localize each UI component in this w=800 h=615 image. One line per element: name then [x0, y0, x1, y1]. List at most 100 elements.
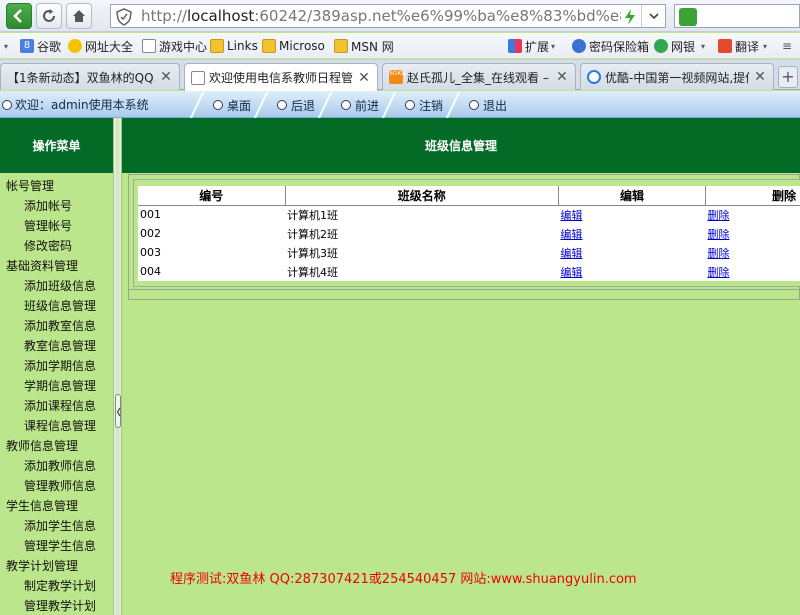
- cell-id: 003: [138, 243, 286, 262]
- chevron-down-icon: ▾: [763, 41, 768, 51]
- bookmark-links[interactable]: Links: [210, 37, 258, 55]
- google-icon: 8: [20, 39, 34, 53]
- delete-link[interactable]: 删除: [708, 247, 730, 260]
- cell-class-name: 计算机2班: [285, 224, 559, 243]
- bookmark-msn[interactable]: MSN 网: [334, 37, 394, 55]
- tab-teacher-schedule[interactable]: 欢迎使用电信系教师日程管... ✕: [184, 63, 378, 91]
- chevron-down-icon: ▾: [551, 41, 556, 51]
- toolbar-label: 扩展: [525, 39, 550, 54]
- bookmark-game-center[interactable]: 游戏中心: [142, 37, 207, 55]
- bookmark-microsoft[interactable]: Microso: [262, 37, 325, 55]
- delete-link[interactable]: 删除: [708, 209, 730, 222]
- menu-item-add-student[interactable]: 添加学生信息: [0, 516, 113, 536]
- search-engine-icon[interactable]: [679, 8, 697, 26]
- edit-link[interactable]: 编辑: [560, 266, 582, 279]
- close-icon[interactable]: ✕: [555, 69, 569, 85]
- menu-item-add-course[interactable]: 添加课程信息: [0, 396, 113, 416]
- cell-class-name: 计算机4班: [285, 262, 559, 281]
- delete-link[interactable]: 删除: [708, 228, 730, 241]
- menu-item-add-class[interactable]: 添加班级信息: [0, 276, 113, 296]
- cell-edit: 编辑: [558, 243, 706, 262]
- tab-strip: 【1条新动态】双鱼林的QQ... ✕ 欢迎使用电信系教师日程管... ✕ SOK…: [0, 60, 800, 91]
- menu-item-manage-classroom[interactable]: 教室信息管理: [0, 336, 113, 356]
- panel-splitter[interactable]: [113, 118, 122, 615]
- arrow-left-icon: [13, 9, 22, 23]
- nav-label: 退出: [482, 98, 507, 113]
- edit-link[interactable]: 编辑: [560, 228, 582, 241]
- close-icon[interactable]: ✕: [753, 69, 767, 85]
- nav-exit[interactable]: 退出: [445, 92, 520, 118]
- menu-group-teaching-plan[interactable]: 教学计划管理: [0, 556, 113, 576]
- menu-item-manage-plan[interactable]: 管理教学计划: [0, 596, 113, 615]
- menu-title: 操作菜单: [0, 118, 113, 173]
- menu-item-manage-account[interactable]: 管理帐号: [0, 216, 113, 236]
- online-bank-button[interactable]: 网银 ▾: [654, 37, 705, 55]
- back-button[interactable]: [6, 3, 32, 29]
- toolbar-label: 密码保险箱: [589, 39, 650, 54]
- search-box[interactable]: [674, 4, 800, 28]
- menu-group-student[interactable]: 学生信息管理: [0, 496, 113, 516]
- bookmark-google[interactable]: 8 谷歌: [20, 37, 61, 55]
- address-bar[interactable]: http://localhost:60242/389asp.net%e6%99%…: [110, 4, 666, 28]
- cell-delete: 删除: [705, 243, 800, 262]
- bookmarks-bar: ▾ 8 谷歌 网址大全 游戏中心 Links Microso MSN 网 扩展 ▾ …: [0, 33, 800, 59]
- refresh-button[interactable]: [36, 3, 62, 29]
- tab-youku[interactable]: 优酷-中国第一视频网站,提供... ✕: [580, 63, 774, 90]
- edit-link[interactable]: 编辑: [560, 247, 582, 260]
- main-content: 班级信息管理 编号 班级名称 编辑 删除 001 计算机1班 编辑 删除 002…: [122, 118, 800, 615]
- toolbar-more-button[interactable]: ≡: [782, 37, 792, 55]
- splitter-handle[interactable]: [115, 394, 121, 428]
- address-dropdown[interactable]: [641, 5, 665, 27]
- cell-edit: 编辑: [558, 224, 706, 243]
- bookmark-site-nav[interactable]: 网址大全: [68, 37, 133, 55]
- home-button[interactable]: [66, 3, 92, 29]
- cell-class-name: 计算机3班: [285, 243, 559, 262]
- translate-button[interactable]: 翻译 ▾: [718, 37, 767, 55]
- url-scheme: http://: [141, 7, 187, 25]
- browser-nav-bar: http://localhost:60242/389asp.net%e6%99%…: [0, 0, 800, 32]
- address-url[interactable]: http://localhost:60242/389asp.net%e6%99%…: [141, 7, 621, 25]
- cell-delete: 删除: [705, 224, 800, 243]
- close-icon[interactable]: ✕: [357, 70, 371, 86]
- edit-link[interactable]: 编辑: [560, 209, 582, 222]
- panel-divider: [129, 289, 800, 290]
- menu-item-manage-class[interactable]: 班级信息管理: [0, 296, 113, 316]
- password-vault-button[interactable]: 密码保险箱: [572, 37, 649, 55]
- menu-item-manage-teacher[interactable]: 管理教师信息: [0, 476, 113, 496]
- tab-qq-news[interactable]: 【1条新动态】双鱼林的QQ... ✕: [0, 63, 180, 90]
- menu-item-change-password[interactable]: 修改密码: [0, 236, 113, 256]
- menu-item-create-plan[interactable]: 制定教学计划: [0, 576, 113, 596]
- menu-group-basic-data[interactable]: 基础资料管理: [0, 256, 113, 276]
- radio-dot-icon: [404, 100, 415, 110]
- cell-id: 004: [138, 262, 286, 281]
- menu-item-add-classroom[interactable]: 添加教室信息: [0, 316, 113, 336]
- page-icon: [191, 70, 205, 85]
- menu-list: 帐号管理 添加帐号 管理帐号 修改密码 基础资料管理 添加班级信息 班级信息管理…: [0, 176, 113, 615]
- menu-item-add-term[interactable]: 添加学期信息: [0, 356, 113, 376]
- bookmark-label: 谷歌: [37, 39, 62, 54]
- menu-item-manage-course[interactable]: 课程信息管理: [0, 416, 113, 436]
- lightning-icon[interactable]: [623, 8, 637, 26]
- cell-class-name: 计算机1班: [285, 205, 559, 224]
- radio-dot-icon: [212, 100, 223, 110]
- delete-link[interactable]: 删除: [708, 266, 730, 279]
- menu-item-add-account[interactable]: 添加帐号: [0, 196, 113, 216]
- close-icon[interactable]: ✕: [159, 69, 173, 85]
- bookmarks-menu-arrow[interactable]: ▾: [4, 37, 8, 55]
- menu-item-manage-student[interactable]: 管理学生信息: [0, 536, 113, 556]
- cell-delete: 删除: [705, 262, 800, 281]
- menu-item-add-teacher[interactable]: 添加教师信息: [0, 456, 113, 476]
- tab-soku-video[interactable]: SOKU 赵氏孤儿_全集_在线观看 – ... ✕: [382, 63, 576, 90]
- menu-group-account[interactable]: 帐号管理: [0, 176, 113, 196]
- table-row: 004 计算机4班 编辑 删除: [138, 262, 800, 281]
- bookmark-label: MSN 网: [351, 39, 394, 54]
- home-icon: [73, 10, 85, 22]
- column-header-delete: 删除: [705, 186, 800, 206]
- menu-group-teacher[interactable]: 教师信息管理: [0, 436, 113, 456]
- site-nav-icon: [68, 39, 82, 53]
- extensions-button[interactable]: 扩展 ▾: [508, 37, 555, 55]
- tab-label: 【1条新动态】双鱼林的QQ...: [7, 70, 155, 85]
- new-tab-button[interactable]: +: [778, 66, 798, 88]
- menu-item-manage-term[interactable]: 学期信息管理: [0, 376, 113, 396]
- footer-credits: 程序测试:双鱼林 QQ:287307421或254540457 网站:www.s…: [170, 572, 637, 587]
